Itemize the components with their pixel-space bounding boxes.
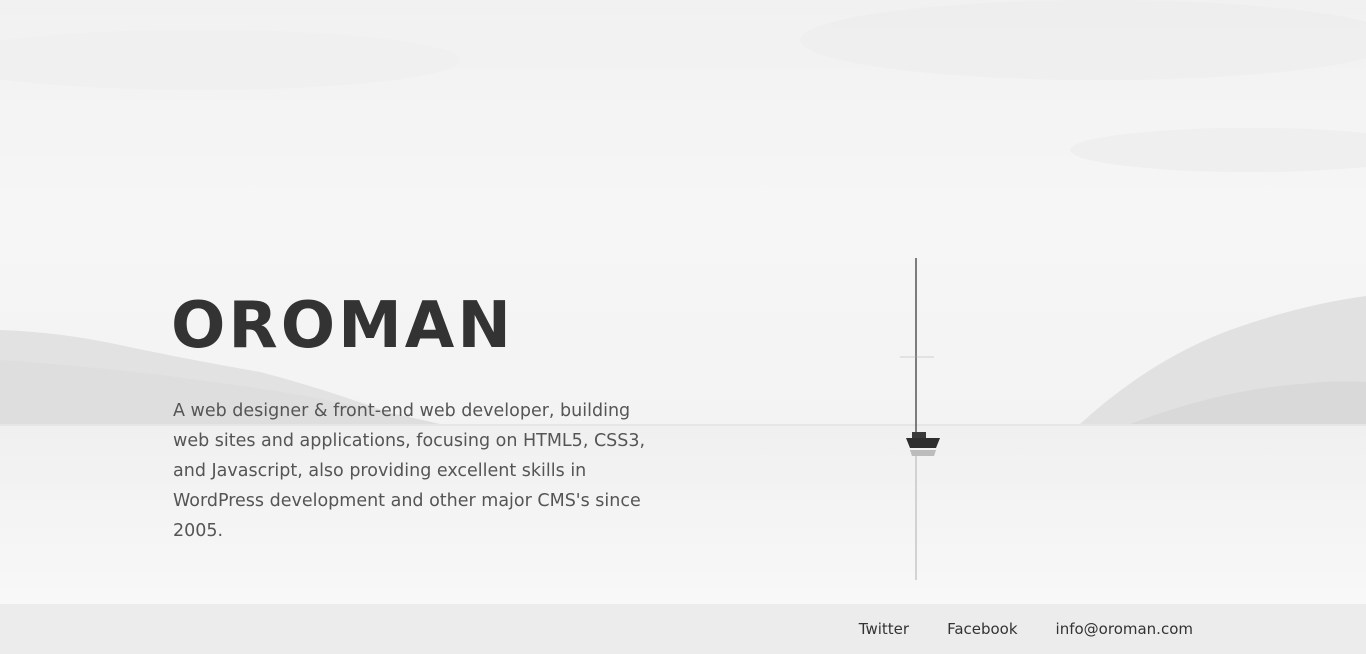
intro-block: OROMAN A web designer & front-end web de… [171,292,651,546]
hero-section: OROMAN A web designer & front-end web de… [0,0,1366,604]
footer-nav: Twitter Facebook info@oroman.com [859,604,1193,654]
facebook-link[interactable]: Facebook [947,620,1017,638]
site-tagline: A web designer & front-end web developer… [173,401,646,541]
footer: Twitter Facebook info@oroman.com [0,604,1366,654]
site-logo: OROMAN [171,289,514,363]
twitter-link[interactable]: Twitter [859,620,909,638]
email-link[interactable]: info@oroman.com [1056,620,1193,638]
